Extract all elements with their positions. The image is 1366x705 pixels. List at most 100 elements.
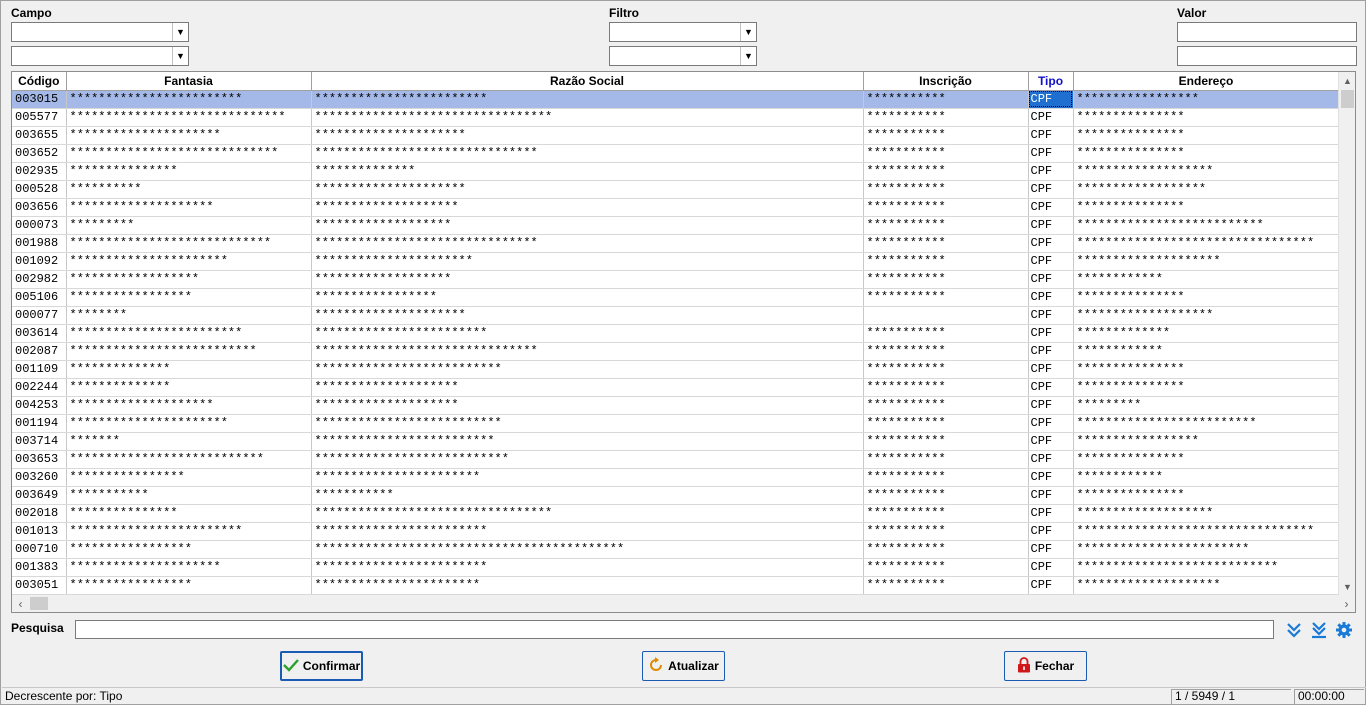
cell-fantasia[interactable]: *****************: [66, 576, 312, 595]
cell-endereco[interactable]: *****************: [1073, 432, 1340, 451]
cell-tipo[interactable]: CPF: [1028, 126, 1074, 145]
cell-razao-social[interactable]: *****************: [311, 288, 864, 307]
cell-razao-social[interactable]: ********************: [311, 396, 864, 415]
cell-inscricao[interactable]: ***********: [863, 414, 1029, 433]
cell-fantasia[interactable]: ******************: [66, 270, 312, 289]
cell-codigo[interactable]: 000528: [12, 180, 67, 199]
cell-endereco[interactable]: *******************: [1073, 306, 1340, 325]
cell-endereco[interactable]: *******************: [1073, 504, 1340, 523]
cell-razao-social[interactable]: ********************: [311, 198, 864, 217]
cell-fantasia[interactable]: ********************: [66, 198, 312, 217]
cell-endereco[interactable]: ***************: [1073, 144, 1340, 163]
cell-codigo[interactable]: 002982: [12, 270, 67, 289]
cell-codigo[interactable]: 003655: [12, 126, 67, 145]
cell-fantasia[interactable]: ********************: [66, 396, 312, 415]
cell-inscricao[interactable]: ***********: [863, 234, 1029, 253]
cell-endereco[interactable]: ********************: [1073, 576, 1340, 595]
cell-razao-social[interactable]: **************: [311, 162, 864, 181]
gear-icon[interactable]: [1334, 620, 1354, 640]
cell-endereco[interactable]: ************: [1073, 342, 1340, 361]
cell-tipo[interactable]: CPF: [1028, 432, 1074, 451]
cell-endereco[interactable]: ****************************: [1073, 558, 1340, 577]
cell-codigo[interactable]: 001194: [12, 414, 67, 433]
cell-tipo[interactable]: CPF: [1028, 306, 1074, 325]
cell-inscricao[interactable]: [863, 306, 1029, 325]
table-row[interactable]: 001092 ********************** ************…: [12, 252, 1340, 271]
cell-fantasia[interactable]: *****************************: [66, 144, 312, 163]
table-row[interactable]: 003655 ********************* *************…: [12, 126, 1340, 145]
filtro-select-2[interactable]: ▼: [609, 46, 757, 66]
cell-tipo[interactable]: CPF: [1028, 468, 1074, 487]
header-inscricao[interactable]: Inscrição: [863, 72, 1029, 91]
cell-tipo[interactable]: CPF: [1028, 270, 1074, 289]
cell-endereco[interactable]: *********************************: [1073, 522, 1340, 541]
header-fantasia[interactable]: Fantasia: [66, 72, 312, 91]
cell-tipo[interactable]: CPF: [1028, 378, 1074, 397]
table-row[interactable]: 003015 ************************ **********…: [12, 90, 1340, 109]
cell-tipo[interactable]: CPF: [1028, 180, 1074, 199]
cell-inscricao[interactable]: ***********: [863, 108, 1029, 127]
cell-tipo[interactable]: CPF: [1028, 576, 1074, 595]
cell-razao-social[interactable]: *************************: [311, 432, 864, 451]
cell-endereco[interactable]: *******************: [1073, 162, 1340, 181]
cell-tipo[interactable]: CPF: [1028, 324, 1074, 343]
cell-inscricao[interactable]: ***********: [863, 324, 1029, 343]
cell-fantasia[interactable]: *****************: [66, 288, 312, 307]
cell-inscricao[interactable]: ***********: [863, 252, 1029, 271]
cell-tipo[interactable]: CPF: [1028, 558, 1074, 577]
valor-input-2[interactable]: [1177, 46, 1357, 66]
cell-codigo[interactable]: 003656: [12, 198, 67, 217]
table-row[interactable]: 002244 ************** ********************…: [12, 378, 1340, 397]
table-row[interactable]: 005106 ***************** *****************…: [12, 288, 1340, 307]
scroll-right-icon[interactable]: ›: [1338, 595, 1355, 612]
cell-inscricao[interactable]: ***********: [863, 162, 1029, 181]
table-row[interactable]: 001109 ************** ********************…: [12, 360, 1340, 379]
cell-fantasia[interactable]: ************************: [66, 90, 312, 109]
cell-inscricao[interactable]: ***********: [863, 486, 1029, 505]
cell-razao-social[interactable]: ************************: [311, 324, 864, 343]
valor-input-1[interactable]: [1177, 22, 1357, 42]
cell-codigo[interactable]: 001988: [12, 234, 67, 253]
table-row[interactable]: 003652 ***************************** *****…: [12, 144, 1340, 163]
cell-tipo[interactable]: CPF: [1028, 360, 1074, 379]
cell-endereco[interactable]: *************: [1073, 324, 1340, 343]
table-row[interactable]: 001194 ********************** ************…: [12, 414, 1340, 433]
cell-codigo[interactable]: 003015: [12, 90, 67, 109]
cell-inscricao[interactable]: ***********: [863, 468, 1029, 487]
cell-tipo[interactable]: CPF: [1028, 234, 1074, 253]
cell-codigo[interactable]: 001092: [12, 252, 67, 271]
table-row[interactable]: 003051 ***************** *****************…: [12, 576, 1340, 595]
cell-endereco[interactable]: *********: [1073, 396, 1340, 415]
table-row[interactable]: 000528 ********** ********************* ***…: [12, 180, 1340, 199]
cell-endereco[interactable]: ***************: [1073, 360, 1340, 379]
data-grid[interactable]: Código Fantasia Razão Social Inscrição Tipo E…: [11, 71, 1356, 613]
cell-codigo[interactable]: 003051: [12, 576, 67, 595]
table-row[interactable]: 001383 ********************* *************…: [12, 558, 1340, 577]
header-codigo[interactable]: Código: [12, 72, 67, 91]
cell-tipo[interactable]: CPF: [1028, 396, 1074, 415]
cell-endereco[interactable]: ************************: [1073, 540, 1340, 559]
header-endereco[interactable]: Endereço: [1073, 72, 1340, 91]
cell-inscricao[interactable]: ***********: [863, 90, 1029, 109]
cell-tipo[interactable]: CPF: [1028, 540, 1074, 559]
cell-razao-social[interactable]: **********************: [311, 252, 864, 271]
cell-tipo[interactable]: CPF: [1028, 90, 1074, 109]
cell-fantasia[interactable]: **************************: [66, 342, 312, 361]
cell-fantasia[interactable]: ********: [66, 306, 312, 325]
cell-tipo[interactable]: CPF: [1028, 522, 1074, 541]
table-row[interactable]: 002018 *************** *******************…: [12, 504, 1340, 523]
cell-fantasia[interactable]: ***************: [66, 162, 312, 181]
table-row[interactable]: 003649 *********** *********** *********** C…: [12, 486, 1340, 505]
chevron-down-icon[interactable]: ▼: [740, 47, 756, 65]
table-row[interactable]: 002935 *************** ************** *****…: [12, 162, 1340, 181]
cell-endereco[interactable]: *****************: [1073, 90, 1340, 109]
cell-codigo[interactable]: 000710: [12, 540, 67, 559]
cell-inscricao[interactable]: ***********: [863, 450, 1029, 469]
cell-tipo[interactable]: CPF: [1028, 162, 1074, 181]
cell-endereco[interactable]: ************: [1073, 270, 1340, 289]
cell-endereco[interactable]: *********************************: [1073, 234, 1340, 253]
cell-fantasia[interactable]: **************: [66, 378, 312, 397]
cell-razao-social[interactable]: ***********: [311, 486, 864, 505]
table-row[interactable]: 003260 **************** ******************…: [12, 468, 1340, 487]
horizontal-scrollbar[interactable]: ‹ ›: [12, 595, 1355, 612]
